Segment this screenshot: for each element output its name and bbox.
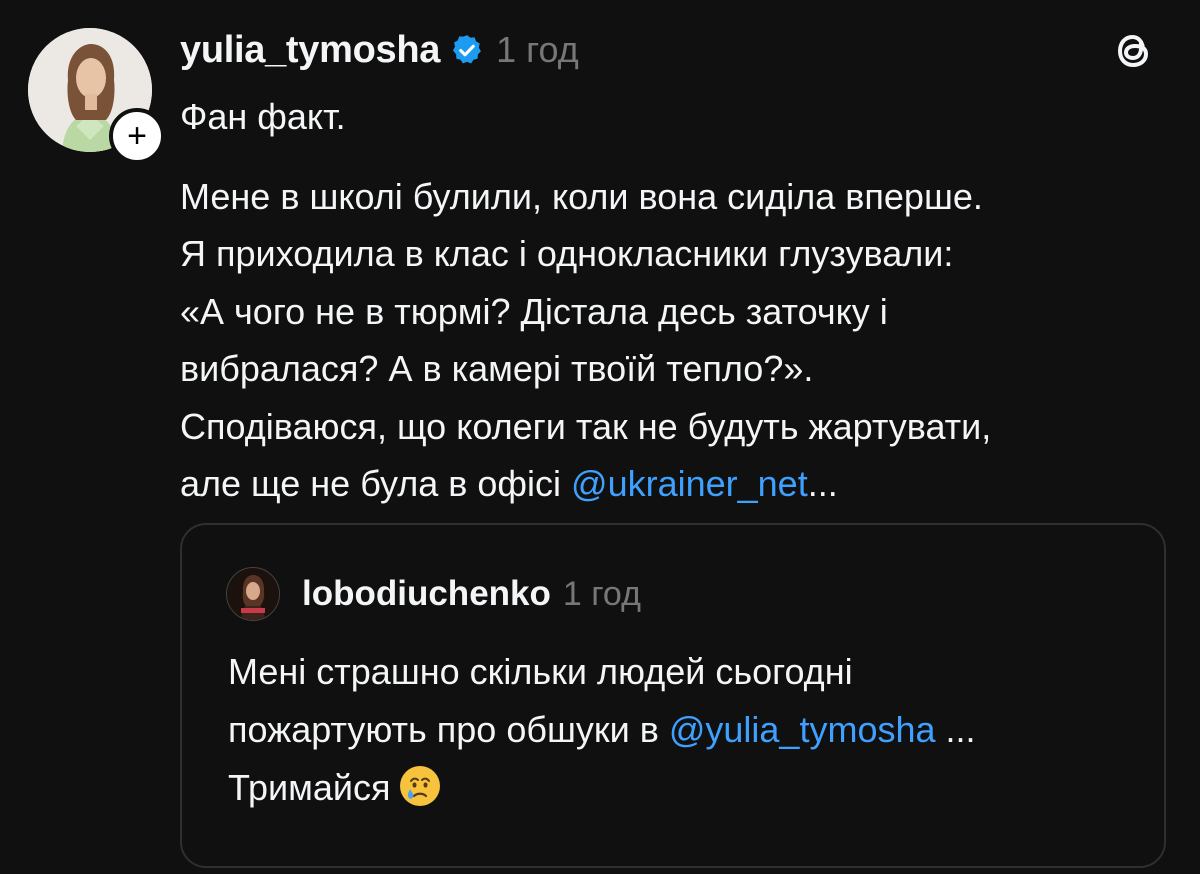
quoted-author-avatar[interactable]: [226, 567, 280, 621]
follow-button[interactable]: +: [109, 108, 165, 164]
post-line: Мене в школі булили, коли вона сиділа вп…: [180, 175, 983, 217]
threads-post: + yulia_tymosha 1 год Фан факт. Мене в ш…: [0, 0, 1200, 874]
ellipsis-text: ...: [807, 463, 838, 504]
post-header: yulia_tymosha 1 год: [180, 22, 579, 78]
post-body: Фан факт. Мене в школі булили, коли вона…: [180, 88, 1180, 513]
post-line: «А чого не в тюрмі? Дістала десь заточку…: [180, 290, 888, 332]
ellipsis-text: ...: [935, 709, 976, 750]
author-avatar-container[interactable]: +: [28, 28, 165, 164]
quoted-post-body: Мені страшно скільки людей сьогодні пожа…: [228, 643, 1148, 817]
verified-badge-icon: [450, 33, 484, 67]
post-line: вибралася? А в камері твоїй тепло?».: [180, 348, 814, 389]
post-line: Я приходила в клас і однокласники глузув…: [180, 233, 954, 274]
post-timestamp: 1 год: [496, 29, 579, 70]
mention-link[interactable]: @ukrainer_net: [571, 463, 808, 504]
quoted-line-text: Тримайся: [228, 767, 391, 808]
threads-logo-icon[interactable]: [1110, 26, 1158, 74]
quoted-author-username[interactable]: lobodiuchenko: [302, 574, 551, 614]
mention-link[interactable]: @yulia_tymosha: [669, 709, 936, 750]
quoted-post-timestamp: 1 год: [562, 574, 641, 613]
post-line-text: але ще не була в офісі: [180, 463, 572, 504]
quoted-avatar-image: [227, 568, 279, 620]
quoted-post-line: Тримайся: [228, 759, 1148, 817]
quoted-post-line: Мені страшно скільки людей сьогодні: [228, 651, 853, 692]
post-line: але ще не була в офісі @ukrainer_net...: [180, 455, 1180, 513]
quoted-post-line: пожартують про обшуки в @yulia_tymosha .…: [228, 701, 1148, 759]
author-username[interactable]: yulia_tymosha: [180, 29, 440, 72]
post-line: Сподіваюся, що колеги так не будуть жарт…: [180, 405, 992, 447]
quoted-line-text: пожартують про обшуки в: [228, 709, 669, 750]
post-line: Фан факт.: [180, 96, 346, 137]
crying-face-emoji-icon: [398, 764, 442, 808]
quoted-post-header: lobodiuchenko 1 год: [226, 567, 641, 621]
quoted-post-card[interactable]: lobodiuchenko 1 год Мені страшно скільки…: [180, 523, 1166, 868]
